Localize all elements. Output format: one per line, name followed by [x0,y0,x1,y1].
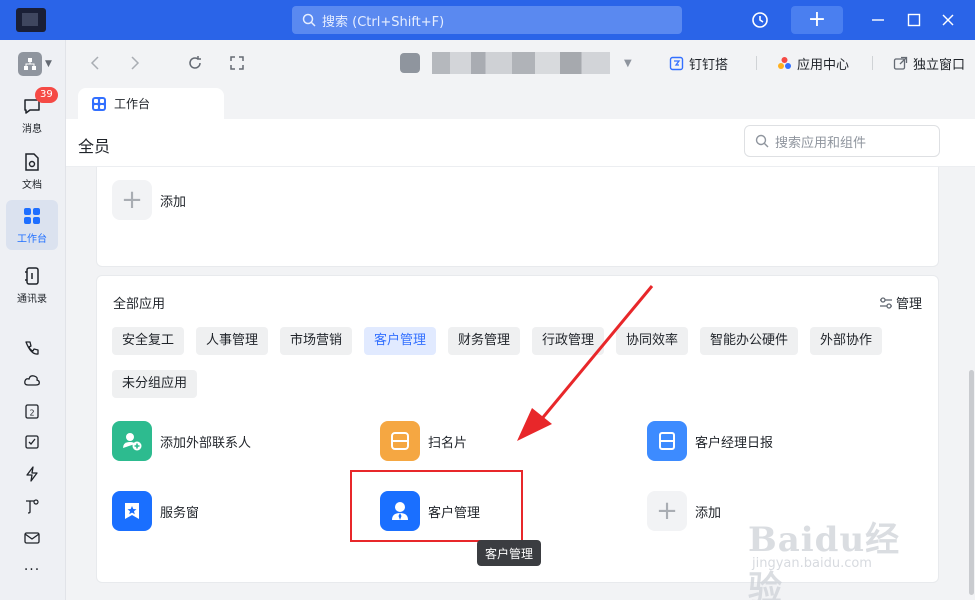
close-icon [942,14,954,26]
search-icon [302,13,316,27]
app-center-link[interactable]: 应用中心 [776,54,849,73]
maximize-icon [907,13,921,27]
nav-label: 工作台 [17,234,47,245]
nav-item-messages[interactable]: 39 消息 [6,87,58,140]
todo-icon[interactable] [22,432,42,452]
plus-icon: + [807,7,827,32]
mail-icon[interactable] [22,528,42,548]
add-contact-icon [112,421,152,461]
create-button[interactable]: + [791,6,843,34]
external-window-icon [892,56,908,72]
app-search-input[interactable]: 搜索应用和组件 [744,125,940,157]
category-chip-active[interactable]: 客户管理 [364,327,437,355]
document-icon [21,151,43,173]
close-button[interactable] [936,8,960,32]
org-name-selector[interactable]: ▼ [400,50,632,76]
maximize-button[interactable] [902,8,926,32]
daily-report-icon [647,421,687,461]
standalone-window-link[interactable]: 独立窗口 [892,54,965,73]
app-tile-service-window[interactable]: 服务窗 [112,491,199,531]
org-icon [400,53,420,73]
app-center-icon [776,56,792,72]
org-icon [18,52,42,76]
nav-label: 消息 [22,124,42,135]
minimize-icon [872,19,884,21]
history-icon [752,12,768,28]
nav-item-workbench[interactable]: 工作台 [6,200,58,250]
category-chip[interactable]: 未分组应用 [112,370,198,398]
add-app-tile[interactable]: + 添加 [112,180,186,220]
back-button[interactable] [86,54,104,72]
page-title: 全员 [78,137,111,156]
category-chip[interactable]: 市场营销 [280,327,353,355]
forward-button[interactable] [126,54,144,72]
refresh-button[interactable] [186,54,204,72]
baidu-watermark: Baidu经验 jingyan.baidu.com [748,512,928,600]
lightning-icon[interactable] [22,464,42,484]
org-switcher[interactable]: ▼ [18,52,58,76]
history-button[interactable] [748,8,772,32]
app-tile-scan-card[interactable]: 扫名片 [380,421,467,461]
app-logo [16,8,46,32]
category-chip[interactable]: 行政管理 [532,327,605,355]
search-icon [755,134,769,148]
fullscreen-button[interactable] [228,54,246,72]
dingdingda-icon [668,56,684,72]
scrollbar[interactable] [969,370,974,595]
page-header: 全员 搜索应用和组件 [66,119,975,167]
manage-button[interactable]: 管理 [879,293,922,312]
chevron-left-icon [90,56,99,70]
contacts-icon [21,265,43,287]
category-chip[interactable]: 人事管理 [196,327,269,355]
tooltip: 客户管理 [477,540,541,566]
phone-icon[interactable] [22,338,42,358]
plus-icon: + [112,180,152,220]
category-chip[interactable]: 安全复工 [112,327,185,355]
chevron-down-icon: ▼ [624,57,632,69]
workbench-tab-icon [92,96,106,111]
plus-icon: + [647,491,687,531]
global-search-placeholder: 搜索 (Ctrl+Shift+F) [322,14,445,30]
refresh-icon [189,56,201,69]
nav-item-docs[interactable]: 文档 [6,146,58,196]
nav-item-contacts[interactable]: 通讯录 [6,260,58,310]
scan-card-icon [380,421,420,461]
settings-sliders-icon [880,296,892,309]
nav-label: 通讯录 [17,294,47,305]
category-chip[interactable]: 财务管理 [448,327,521,355]
workbench-icon [21,205,43,227]
org-name-redacted [432,52,610,74]
category-chip[interactable]: 智能办公硬件 [700,327,799,355]
ding-icon[interactable] [22,496,42,516]
toolbar: ▼ 钉钉搭 应用中心 独立窗口 [66,40,975,86]
app-tile-daily-report[interactable]: 客户经理日报 [647,421,773,461]
divider [872,56,873,70]
message-icon: 39 [21,87,58,117]
fullscreen-icon [230,56,244,70]
nav-label: 文档 [22,180,42,191]
divider [756,56,757,70]
category-chip[interactable]: 协同效率 [616,327,689,355]
dingdingda-link[interactable]: 钉钉搭 [668,54,728,73]
svg-text:2: 2 [29,409,34,418]
more-icon[interactable]: ··· [22,560,42,580]
left-nav: ▼ 39 消息 文档 工作台 通讯录 2 ··· [0,40,66,600]
watermark-url: jingyan.baidu.com [752,556,872,571]
highlight-box [350,470,523,542]
chevron-down-icon: ▼ [45,59,52,69]
chevron-right-icon [131,56,140,70]
tab-workbench[interactable]: 工作台 [78,88,224,119]
common-apps-card: + 添加 [96,167,939,267]
minimize-button[interactable] [866,8,890,32]
cloud-icon[interactable] [22,370,42,390]
unread-badge: 39 [35,87,58,103]
service-window-icon [112,491,152,531]
app-tile-add-external-contact[interactable]: 添加外部联系人 [112,421,251,461]
global-search-input[interactable]: 搜索 (Ctrl+Shift+F) [292,6,682,34]
title-bar: 搜索 (Ctrl+Shift+F) + [0,0,975,40]
category-chip[interactable]: 外部协作 [810,327,883,355]
app-tile-add[interactable]: + 添加 [647,491,721,531]
calendar-icon[interactable]: 2 [22,401,42,421]
section-title: 全部应用 [113,297,166,312]
